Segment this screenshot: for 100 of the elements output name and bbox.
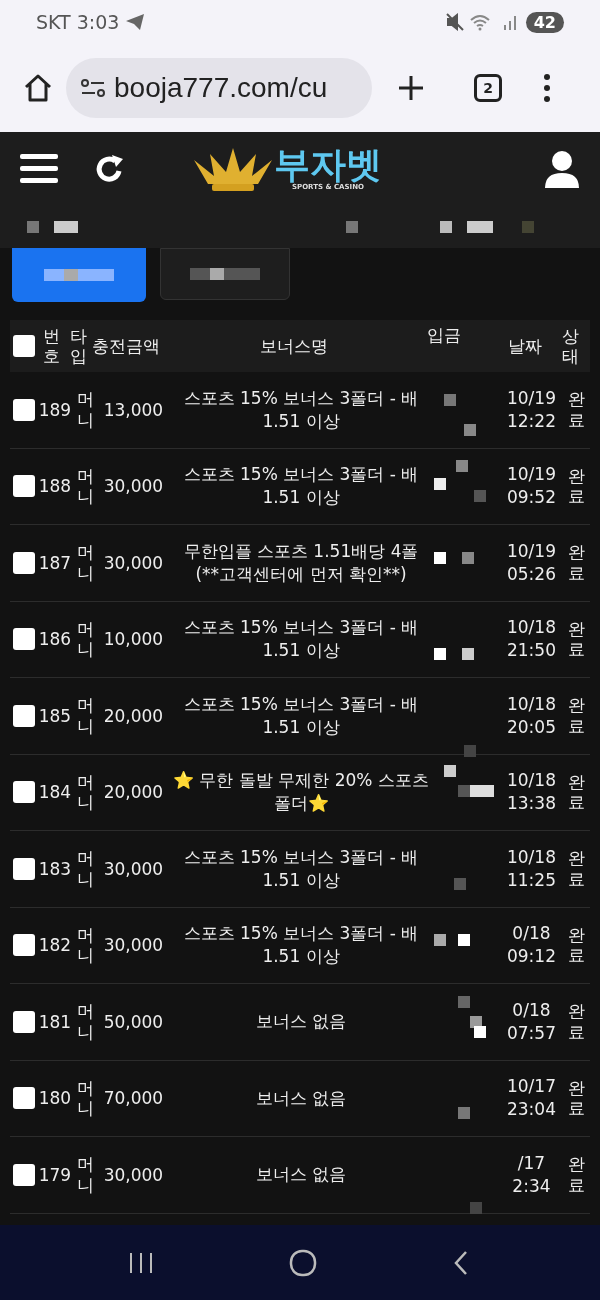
site-settings-icon[interactable] [80,78,106,98]
pixelated-redaction [443,765,494,798]
row-checkbox[interactable] [12,628,35,651]
table-cell: 완료 [567,924,586,966]
table-cell: 완료 [567,389,586,431]
table-cell-text: 30,000 [102,858,165,879]
table-cell-text: 20,000 [102,705,165,726]
table-cell: 183 [37,858,72,879]
table-cell-text: 스포츠 15% 보너스 3폴더 - 배 1.51 이상 [182,692,420,739]
table-cell-text: 20,000 [102,782,165,803]
more-menu-icon[interactable] [542,73,552,103]
table-cell: 187 [37,552,72,573]
table-cell: 완료 [567,465,586,507]
table-cell-text: 스포츠 15% 보너스 3폴더 - 배 1.51 이상 [182,845,420,892]
pixelated-redaction [433,648,474,661]
table-cell-text: 10,000 [102,629,165,650]
user-icon[interactable] [544,150,580,188]
tab-count-button[interactable]: 2 [474,74,502,102]
table-cell: 182 [37,935,72,956]
table-cell-text: 10/19 05:26 [505,539,557,586]
table-cell: 185 [37,705,72,726]
table-cell-text: 10/19 12:22 [505,386,557,433]
clock-text: 3:03 [76,11,120,33]
menu-icon[interactable] [20,153,58,185]
table-cell-text: 0/18 09:12 [505,922,557,969]
table-cell: 머니 [75,848,95,890]
address-bar[interactable]: booja777.com/cu [66,58,372,118]
home-button-icon[interactable] [289,1248,317,1277]
table-cell-text: 10/18 11:25 [505,845,557,892]
new-tab-icon[interactable] [396,73,426,103]
table-cell: 머니 [75,618,95,660]
row-checkbox[interactable] [12,1010,35,1033]
table-cell: 완료 [567,1001,586,1043]
column-header: 날짜 [507,334,544,358]
logo-text: 부자벳 [274,147,382,183]
column-header: 상태 [561,325,581,367]
table-cell: 완료 [567,771,586,813]
column-header: 보너스명 [259,334,330,358]
table-cell-text: 30,000 [102,476,165,497]
table-cell: 머니 [75,1001,95,1043]
url-text: booja777.com/cu [114,72,328,104]
column-header: 충전금액 [91,334,162,358]
row-checkbox[interactable] [12,781,35,804]
row-checkbox[interactable] [12,398,35,421]
table-cell: 181 [37,1011,72,1032]
table-cell-text: 보너스 없음 [254,1163,348,1187]
table-cell: 머니 [75,389,95,431]
table-cell: 184 [37,782,72,803]
pixelated-redaction [457,1107,470,1120]
table-cell-text: 70,000 [102,1088,165,1109]
row-checkbox[interactable] [12,1087,35,1110]
refresh-icon[interactable] [94,153,126,185]
table-cell: 179 [37,1164,72,1185]
table-cell-text: 10/18 13:38 [505,769,557,816]
table-cell-text: 스포츠 15% 보너스 3폴더 - 배 1.51 이상 [182,386,420,433]
pixelated-redaction [453,877,466,890]
table-cell: 완료 [567,542,586,584]
table-cell-text: /17 2:34 [511,1151,552,1198]
column-header: 입금 [427,324,463,347]
recent-apps-icon[interactable] [127,1250,154,1275]
table-cell: 완료 [567,695,586,737]
table-cell-text: 스포츠 15% 보너스 3폴더 - 배 1.51 이상 [182,463,420,510]
table-cell-text: 무한입플 스포츠 1.51배당 4폴 (**고객센터에 먼저 확인**) [182,539,420,586]
battery-indicator: 42 [525,11,564,33]
pixelated-redaction [433,934,470,947]
table-cell: 완료 [567,848,586,890]
table-cell-text: 0/18 07:57 [505,998,557,1045]
table-cell: 189 [37,399,72,420]
pixelated-redaction [443,393,476,436]
row-checkbox[interactable] [12,551,35,574]
pixelated-redaction [469,1201,482,1214]
table-cell-text: 보너스 없음 [254,1010,348,1034]
tab[interactable] [160,248,290,300]
pixelated-redaction [457,995,486,1038]
carrier-text: SKT [36,11,71,33]
row-checkbox[interactable] [12,475,35,498]
row-checkbox[interactable] [12,704,35,727]
pixelated-redaction [463,744,476,757]
table-cell: 머니 [75,695,95,737]
table-cell: 머니 [75,1154,95,1196]
table-cell-text: 보너스 없음 [254,1086,348,1110]
table-cell: 180 [37,1088,72,1109]
column-header: 번호 [42,325,61,367]
table-cell-text: 10/18 21:50 [505,616,557,663]
table-cell-text: 10/17 23:04 [505,1075,557,1122]
table-cell: 186 [37,629,72,650]
table-cell: 머니 [75,465,95,507]
table-cell-text: 30,000 [102,1164,165,1185]
home-icon[interactable] [22,72,54,104]
mute-icon [445,13,464,31]
row-checkbox[interactable] [12,1163,35,1186]
pixelated-redaction [433,460,486,503]
select-all-checkbox[interactable] [13,335,35,357]
row-checkbox[interactable] [12,857,35,880]
table-cell: 머니 [75,771,95,813]
row-checkbox[interactable] [12,934,35,957]
table-cell-text: 10/19 09:52 [505,463,557,510]
table-cell-text: 50,000 [102,1011,165,1032]
table-cell: 완료 [567,1154,586,1196]
table-cell: 머니 [75,542,95,584]
